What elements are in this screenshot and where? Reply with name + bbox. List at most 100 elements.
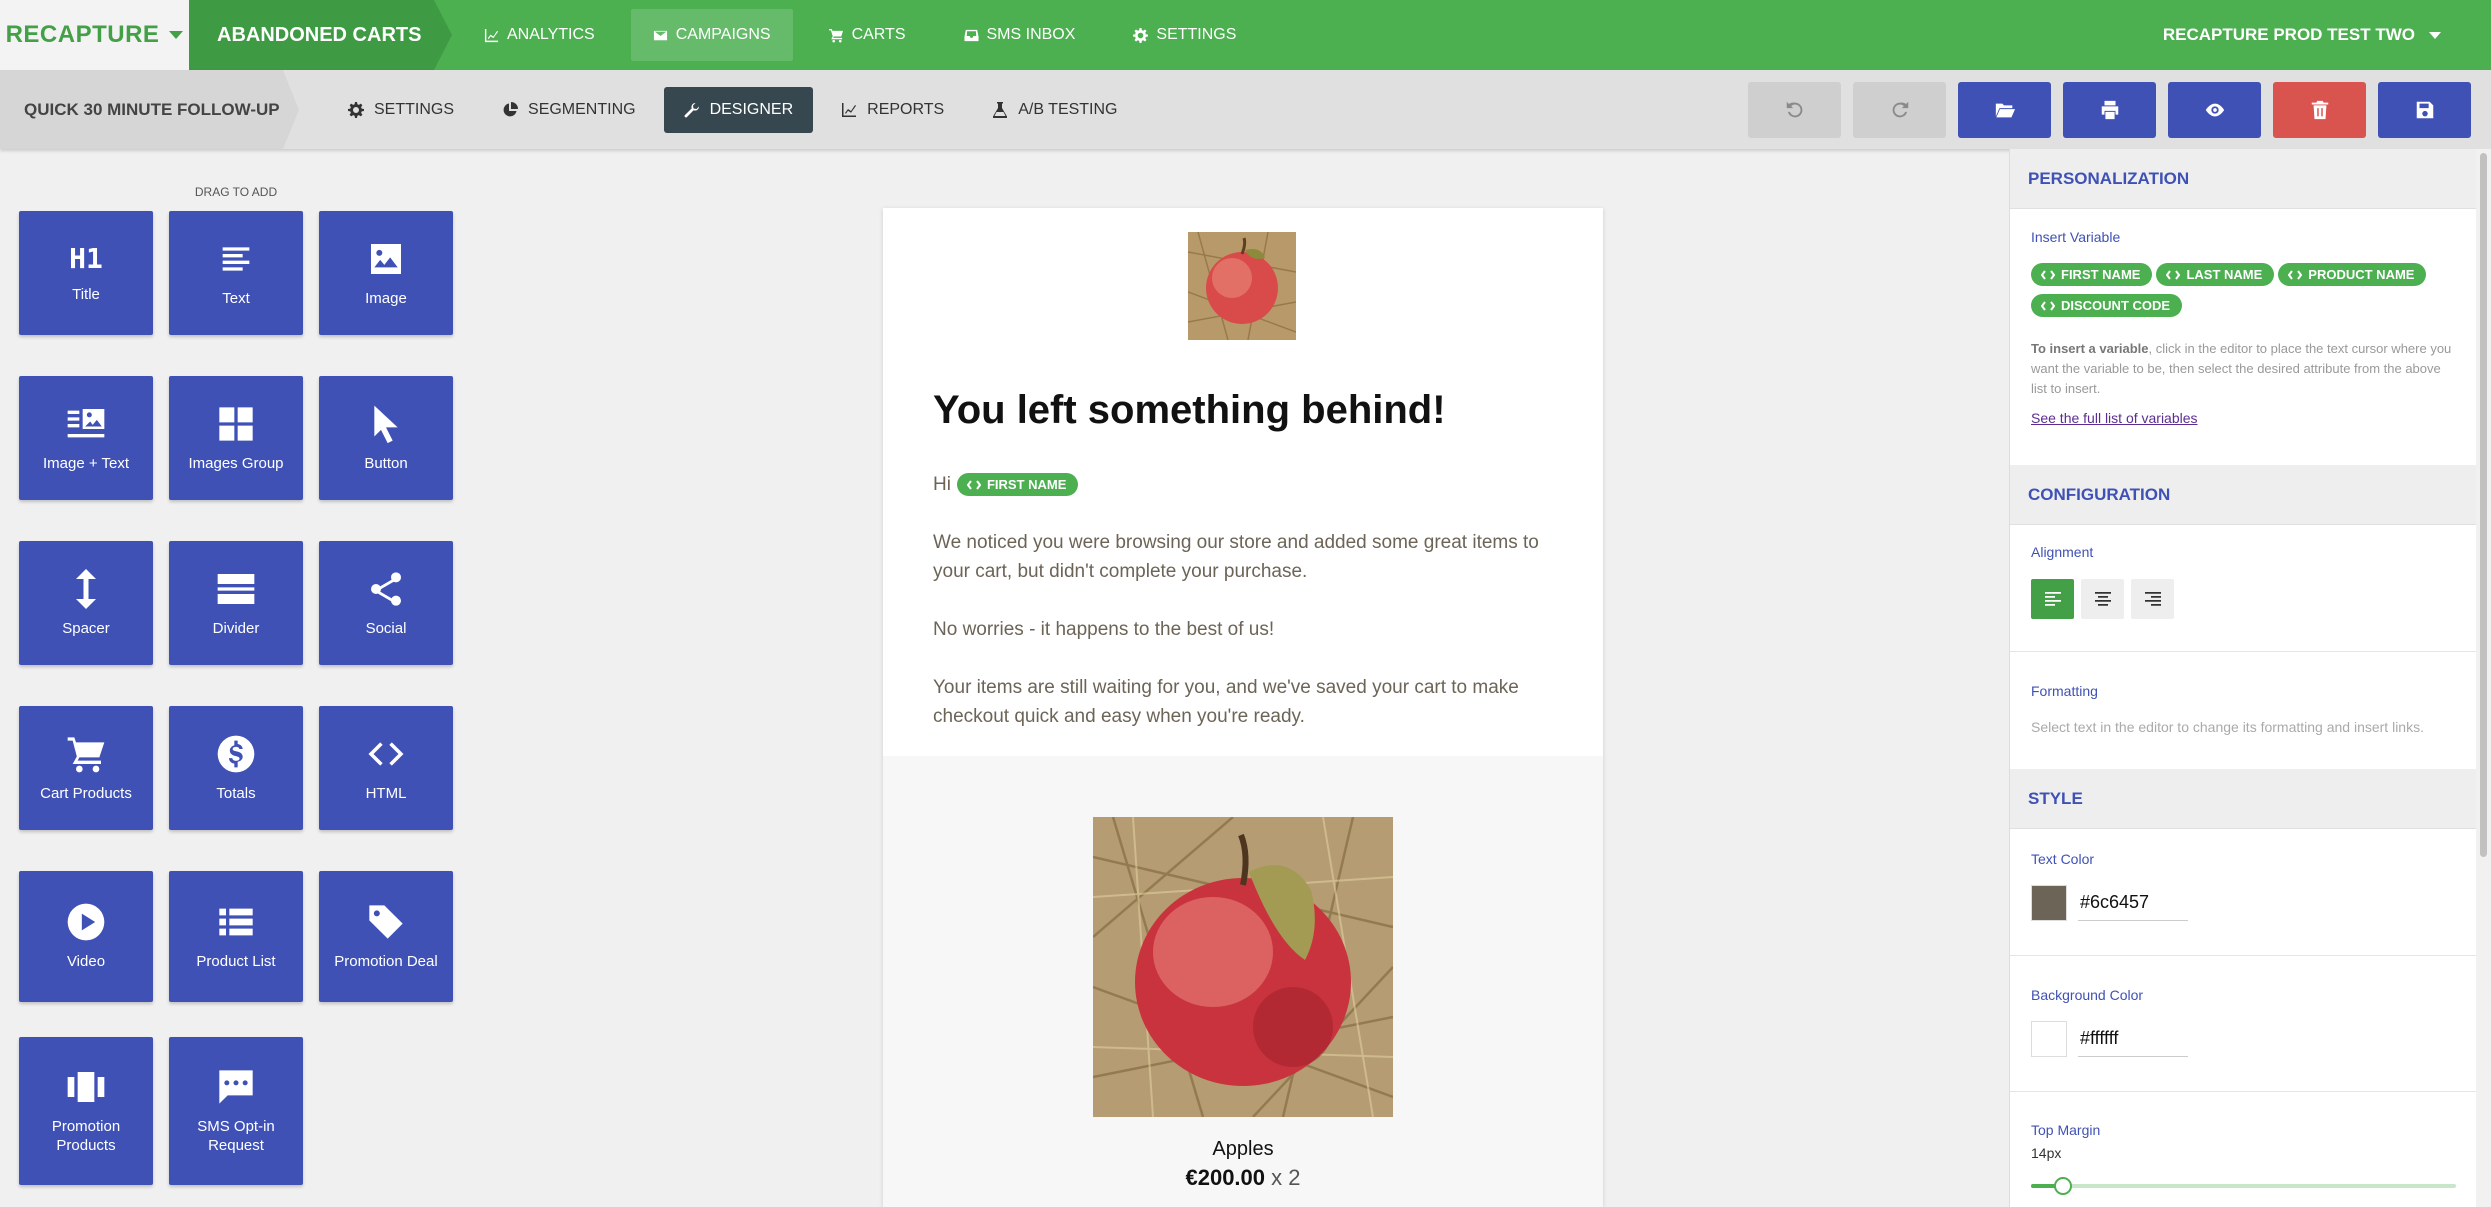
play-circle-icon: [67, 903, 105, 941]
top-margin-value: 14px: [2031, 1145, 2062, 1161]
nav-sms-inbox[interactable]: SMS INBOX: [942, 9, 1098, 61]
email-canvas[interactable]: You left something behind! Hi FIRST NAME…: [883, 208, 1603, 1207]
chip-last-name[interactable]: LAST NAME: [2156, 263, 2275, 286]
nav-campaigns[interactable]: CAMPAIGNS: [630, 9, 793, 61]
share-icon: [371, 571, 401, 606]
block-product-list[interactable]: Product List: [169, 871, 303, 1002]
gear-icon: [348, 101, 364, 118]
image-text-icon: [67, 408, 105, 437]
formatting-hint: Select text in the editor to change its …: [2031, 719, 2424, 735]
brand-menu[interactable]: RECAPTURE: [0, 0, 189, 70]
chat-icon: [219, 1070, 253, 1104]
insert-variable-label: Insert Variable: [2031, 229, 2121, 245]
email-paragraph[interactable]: Your items are still waiting for you, an…: [933, 673, 1573, 731]
background-color-input[interactable]: #ffffff: [2078, 1021, 2188, 1057]
image-icon: [371, 243, 401, 274]
block-video[interactable]: Video: [19, 871, 153, 1002]
top-navbar: RECAPTURE ABANDONED CARTS ANALYTICS CAMP…: [0, 0, 2491, 70]
h1-icon: H1: [69, 242, 103, 275]
block-text[interactable]: Text: [169, 211, 303, 335]
drag-to-add-label: DRAG TO ADD: [194, 185, 278, 199]
align-center-button[interactable]: [2081, 579, 2124, 619]
brand-logo: RECAPTURE: [5, 21, 160, 48]
tab-reports[interactable]: REPORTS: [821, 87, 964, 133]
configuration-header[interactable]: CONFIGURATION: [2010, 465, 2476, 525]
cart-products-block[interactable]: Apples €200.00 x 2: [883, 756, 1603, 1207]
product-image: [1093, 817, 1393, 1117]
chevron-down-icon: [169, 31, 184, 39]
preview-button[interactable]: [2168, 81, 2261, 138]
block-images-group[interactable]: Images Group: [169, 376, 303, 500]
block-promotion-deal[interactable]: Promotion Deal: [319, 871, 453, 1002]
text-color-label: Text Color: [2031, 851, 2095, 867]
account-name: RECAPTURE PROD TEST TWO: [2162, 25, 2415, 44]
tab-ab-testing[interactable]: A/B TESTING: [972, 87, 1137, 133]
inbox-icon: [963, 29, 979, 41]
slider-handle[interactable]: [2053, 1177, 2072, 1195]
top-margin-slider[interactable]: [2031, 1177, 2456, 1195]
divider: [2010, 955, 2476, 956]
tab-settings[interactable]: SETTINGS: [328, 87, 474, 133]
apple-logo-image[interactable]: [1188, 232, 1296, 340]
envelope-icon: [653, 30, 667, 40]
code-icon: [2166, 269, 2181, 280]
vertical-arrows-icon: [76, 568, 96, 609]
chip-first-name[interactable]: FIRST NAME: [2031, 263, 2153, 286]
email-greeting[interactable]: Hi FIRST NAME: [933, 473, 1079, 496]
align-left-icon: [2044, 592, 2061, 606]
chevron-down-icon: [2429, 31, 2441, 39]
chip-discount-code[interactable]: DISCOUNT CODE: [2031, 294, 2183, 317]
text-lines-icon: [222, 246, 250, 271]
personalization-header[interactable]: PERSONALIZATION: [2010, 149, 2476, 209]
printer-icon: [2101, 100, 2118, 119]
background-color-label: Background Color: [2031, 987, 2144, 1003]
email-headline[interactable]: You left something behind!: [933, 388, 1446, 433]
panel-scrollbar[interactable]: [2476, 149, 2491, 1207]
campaign-tabs: SETTINGS SEGMENTING DESIGNER REPORTS A/B…: [328, 86, 1146, 133]
text-color-input[interactable]: #6c6457: [2078, 885, 2188, 921]
align-left-button[interactable]: [2031, 579, 2074, 619]
background-color-swatch[interactable]: [2031, 1021, 2067, 1057]
text-color-swatch[interactable]: [2031, 885, 2067, 921]
alignment-buttons: [2031, 579, 2181, 619]
print-button[interactable]: [2063, 81, 2156, 138]
scrollbar-thumb[interactable]: [2480, 153, 2487, 857]
section-title: ABANDONED CARTS: [189, 0, 452, 70]
redo-button[interactable]: [1853, 81, 1946, 138]
block-title[interactable]: H1 Title: [19, 211, 153, 335]
undo-button[interactable]: [1748, 81, 1841, 138]
block-button[interactable]: Button: [319, 376, 453, 500]
block-divider[interactable]: Divider: [169, 541, 303, 665]
folder-open-icon: [1995, 103, 2015, 117]
save-button[interactable]: [2378, 81, 2471, 138]
block-image-text[interactable]: Image + Text: [19, 376, 153, 500]
block-cart-products[interactable]: Cart Products: [19, 706, 153, 830]
tab-designer[interactable]: DESIGNER: [663, 86, 814, 133]
chip-product-name[interactable]: PRODUCT NAME: [2278, 263, 2427, 286]
open-template-button[interactable]: [1958, 81, 2051, 138]
divider-icon: [217, 573, 255, 604]
redo-icon: [1892, 101, 1908, 117]
block-html[interactable]: HTML: [319, 706, 453, 830]
alignment-label: Alignment: [2031, 544, 2094, 560]
style-header[interactable]: STYLE: [2010, 769, 2476, 829]
email-paragraph[interactable]: We noticed you were browsing our store a…: [933, 528, 1573, 586]
block-sms-opt-in[interactable]: SMS Opt-in Request: [169, 1037, 303, 1185]
align-right-button[interactable]: [2131, 579, 2174, 619]
delete-button[interactable]: [2273, 81, 2366, 138]
nav-carts[interactable]: CARTS: [807, 9, 928, 61]
account-menu[interactable]: RECAPTURE PROD TEST TWO: [2163, 0, 2491, 70]
email-paragraph[interactable]: No worries - it happens to the best of u…: [933, 615, 1573, 644]
block-spacer[interactable]: Spacer: [19, 541, 153, 665]
first-name-variable-chip[interactable]: FIRST NAME: [956, 473, 1079, 496]
block-promotion-products[interactable]: Promotion Products: [19, 1037, 153, 1185]
variables-list-link[interactable]: See the full list of variables: [2031, 410, 2198, 426]
tab-segmenting[interactable]: SEGMENTING: [482, 87, 656, 133]
nav-analytics[interactable]: ANALYTICS: [462, 9, 617, 61]
pie-chart-icon: [503, 101, 519, 116]
cart-icon: [828, 28, 843, 42]
block-image[interactable]: Image: [319, 211, 453, 335]
nav-settings[interactable]: SETTINGS: [1111, 9, 1258, 61]
block-social[interactable]: Social: [319, 541, 453, 665]
block-totals[interactable]: Totals: [169, 706, 303, 830]
